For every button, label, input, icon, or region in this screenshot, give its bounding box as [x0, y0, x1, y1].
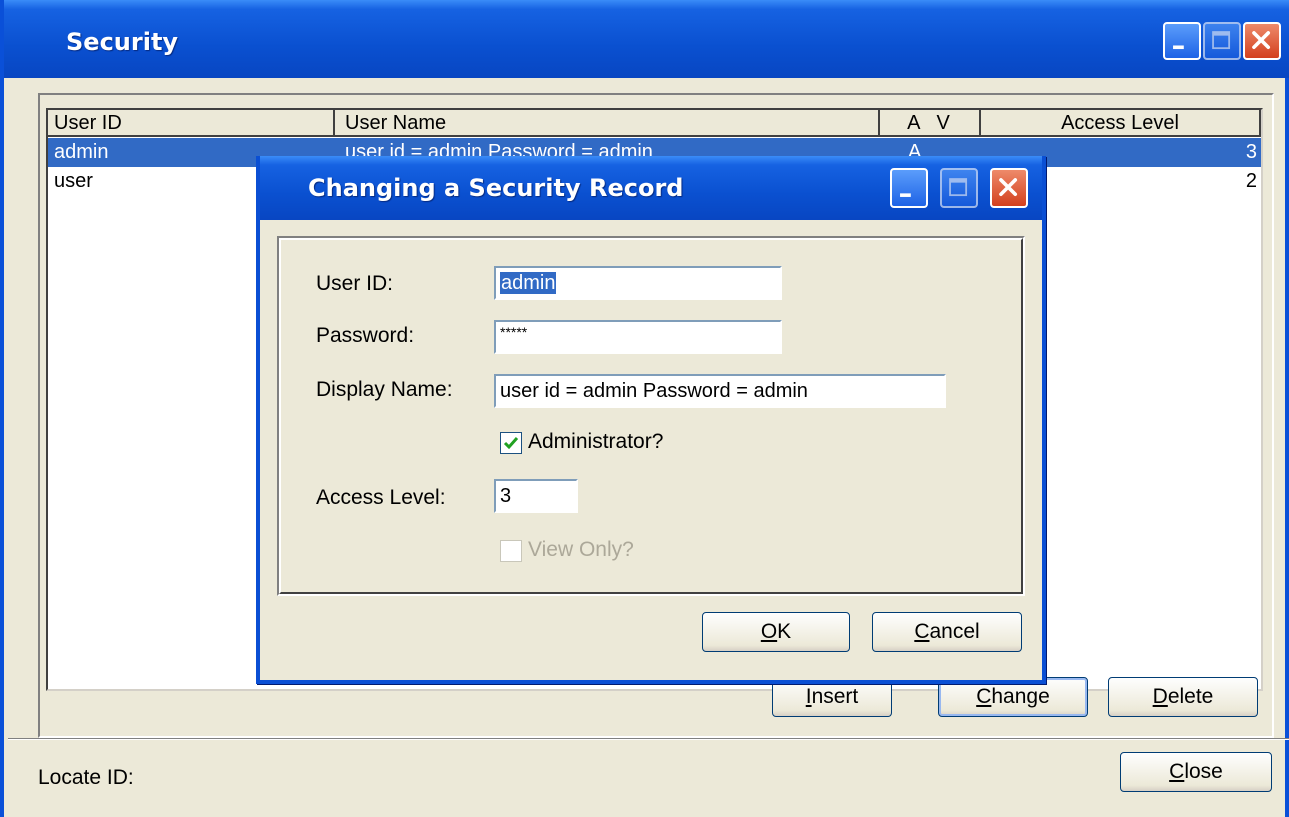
dialog-title: Changing a Security Record	[308, 174, 684, 202]
separator	[8, 738, 1289, 740]
close-button[interactable]: Close	[1120, 752, 1272, 792]
dialog-maximize-button[interactable]	[940, 168, 978, 208]
dialog-minimize-button[interactable]	[890, 168, 928, 208]
dialog-close-button[interactable]	[990, 168, 1028, 208]
administrator-label: Administrator?	[528, 430, 664, 453]
close-window-button[interactable]	[1243, 22, 1281, 60]
security-record-dialog: Changing a Security Record User ID: admi…	[256, 156, 1046, 684]
ok-button[interactable]: OK	[702, 612, 850, 652]
access-level-label: Access Level:	[316, 486, 446, 509]
maximize-button[interactable]	[1203, 22, 1241, 60]
user-id-input[interactable]: admin	[494, 266, 782, 300]
locate-id-label: Locate ID:	[38, 766, 134, 789]
close-icon	[1252, 31, 1271, 50]
cell-user-id: user	[54, 170, 93, 192]
password-input[interactable]: *****	[494, 320, 782, 354]
maximize-icon	[949, 178, 968, 197]
cell-access-level: 2	[1245, 170, 1257, 192]
display-name-input[interactable]: user id = admin Password = admin	[494, 374, 946, 408]
column-header-access-level[interactable]: Access Level	[981, 110, 1261, 137]
minimize-button[interactable]	[1163, 22, 1201, 60]
display-name-label: Display Name:	[316, 378, 453, 401]
access-level-input[interactable]: 3	[494, 479, 578, 513]
user-id-label: User ID:	[316, 272, 394, 295]
delete-button[interactable]: Delete	[1108, 677, 1258, 717]
dialog-titlebar[interactable]: Changing a Security Record	[260, 156, 1042, 220]
cancel-button[interactable]: Cancel	[872, 612, 1022, 652]
close-icon	[999, 178, 1018, 197]
window-titlebar[interactable]: Security	[4, 0, 1289, 78]
window-title: Security	[66, 28, 179, 56]
column-header-user-name[interactable]: User Name	[335, 110, 880, 137]
maximize-icon	[1212, 31, 1231, 50]
view-only-checkbox[interactable]	[500, 540, 522, 562]
checkmark-icon	[503, 437, 519, 450]
minimize-icon	[1173, 45, 1184, 50]
cell-user-id: admin	[54, 141, 109, 163]
minimize-icon	[900, 193, 911, 197]
column-header-user-id[interactable]: User ID	[48, 110, 335, 137]
administrator-checkbox[interactable]	[500, 432, 522, 454]
cell-access-level: 3	[1245, 141, 1257, 163]
password-label: Password:	[316, 324, 415, 347]
view-only-label: View Only?	[528, 538, 634, 561]
column-header-av[interactable]: A V	[880, 110, 981, 137]
